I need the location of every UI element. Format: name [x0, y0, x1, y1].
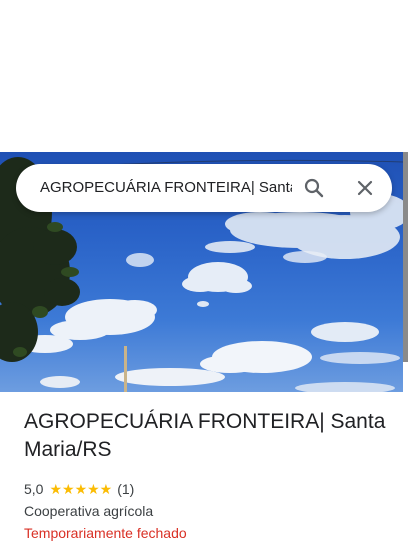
search-input[interactable]: AGROPECUÁRIA FRONTEIRA| Santa — [40, 178, 292, 198]
search-bar[interactable]: AGROPECUÁRIA FRONTEIRA| Santa — [16, 164, 392, 212]
review-count[interactable]: (1) — [117, 480, 134, 498]
place-category[interactable]: Cooperativa agrícola — [24, 502, 394, 520]
search-icon[interactable] — [302, 176, 326, 200]
status-badge: Temporariamente fechado — [24, 525, 187, 541]
place-info-panel: AGROPECUÁRIA FRONTEIRA| Santa Maria/RS 5… — [24, 392, 394, 542]
rating-row[interactable]: 5,0 ★★★★★ (1) — [24, 480, 394, 498]
star-rating-icon: ★★★★★ — [49, 481, 113, 497]
close-icon[interactable] — [353, 176, 377, 200]
scrollbar[interactable] — [403, 152, 408, 362]
place-title: AGROPECUÁRIA FRONTEIRA| Santa Maria/RS — [24, 410, 386, 461]
rating-value: 5,0 — [24, 481, 44, 497]
